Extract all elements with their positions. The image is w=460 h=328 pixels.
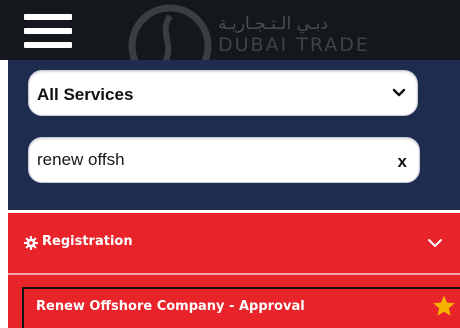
logo-text: DUBAI TRADE bbox=[218, 34, 370, 56]
gear-icon bbox=[24, 236, 38, 250]
chevron-down-icon[interactable] bbox=[427, 237, 443, 249]
star-icon[interactable] bbox=[432, 294, 456, 318]
accordion-title: Registration bbox=[42, 234, 133, 249]
registration-accordion-header[interactable]: Registration bbox=[8, 213, 460, 273]
list-item-label: Renew Offshore Company - Approval bbox=[36, 299, 305, 314]
search-field: x bbox=[28, 137, 420, 183]
chevron-down-icon bbox=[392, 88, 406, 97]
list-item[interactable]: Renew Offshore Company - Approval bbox=[22, 287, 460, 328]
clear-search-button[interactable]: x bbox=[398, 152, 407, 172]
logo-arabic-text: دبـي الـتـجـاريـة bbox=[218, 14, 329, 34]
top-header: دبـي الـتـجـاريـة DUBAI TRADE bbox=[0, 0, 460, 60]
service-filter-select[interactable]: All Services bbox=[28, 70, 418, 116]
search-input[interactable] bbox=[37, 147, 377, 173]
hamburger-menu-icon[interactable] bbox=[24, 14, 72, 48]
dubai-trade-logo-emblem bbox=[128, 4, 212, 60]
service-filter-value: All Services bbox=[37, 85, 134, 104]
